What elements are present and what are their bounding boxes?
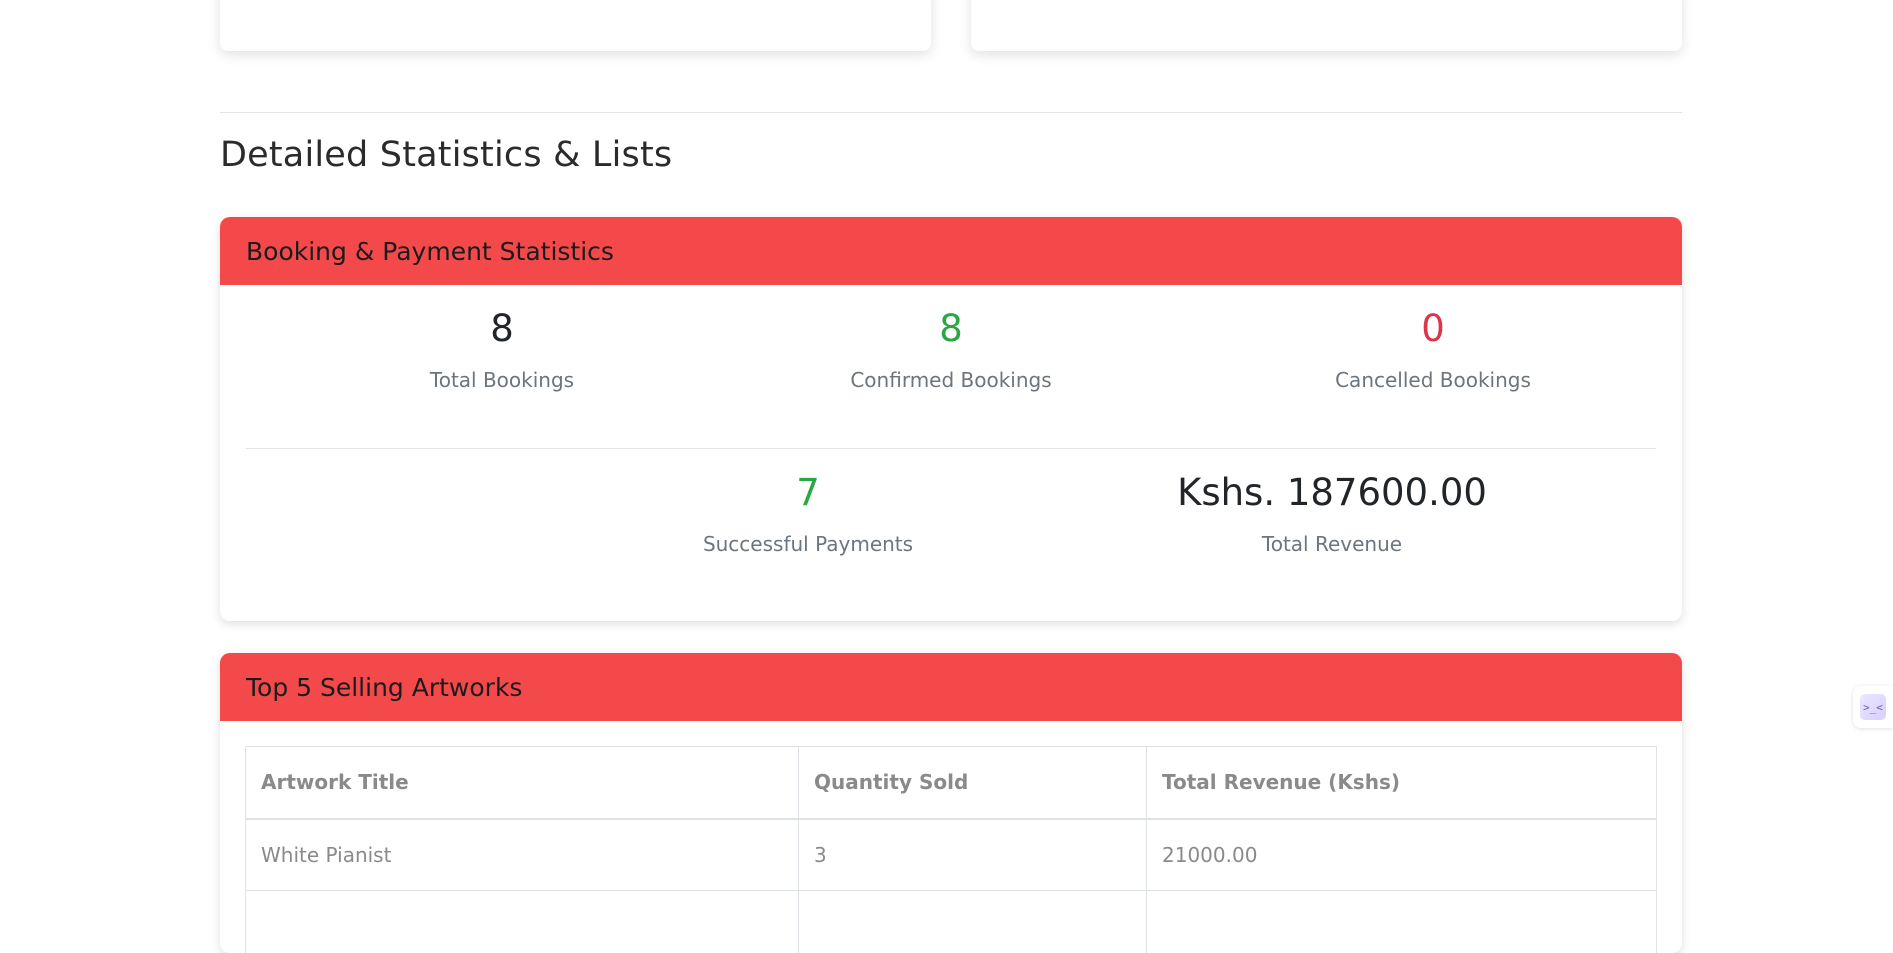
- stat-value: 8: [751, 307, 1151, 351]
- stats-row-2: 7 Successful Payments Kshs. 187600.00 To…: [220, 448, 1682, 611]
- stat-value: Kshs. 187600.00: [1132, 471, 1532, 515]
- stat-value: 7: [608, 471, 1008, 515]
- stat-label: Total Bookings: [302, 368, 702, 392]
- terminal-icon: >_<: [1860, 694, 1886, 720]
- card-header: Top 5 Selling Artworks: [220, 653, 1682, 721]
- table-wrapper: Artwork Title Quantity Sold Total Revenu…: [220, 721, 1682, 953]
- top-artworks-card: Top 5 Selling Artworks Artwork Title Qua…: [220, 653, 1682, 953]
- floating-widget-button[interactable]: >_<: [1853, 686, 1893, 728]
- booking-payment-card: Booking & Payment Statistics 8 Total Boo…: [220, 217, 1682, 621]
- stat-value: 8: [302, 307, 702, 351]
- column-header-total-revenue[interactable]: Total Revenue (Kshs): [1147, 747, 1657, 819]
- stat-label: Total Revenue: [1132, 532, 1532, 556]
- chart-card-right: [971, 0, 1682, 51]
- row-divider: [246, 448, 1656, 449]
- column-header-artwork-title[interactable]: Artwork Title: [246, 747, 799, 819]
- stats-row-1: 8 Total Bookings 8 Confirmed Bookings 0 …: [220, 285, 1682, 448]
- top-artworks-table: Artwork Title Quantity Sold Total Revenu…: [245, 746, 1657, 953]
- stat-cancelled-bookings: 0 Cancelled Bookings: [1233, 307, 1633, 392]
- card-title: Top 5 Selling Artworks: [246, 673, 522, 702]
- cell-artwork-title: White Pianist: [246, 819, 799, 891]
- stat-confirmed-bookings: 8 Confirmed Bookings: [751, 307, 1151, 392]
- cell-total-revenue: 21000.00: [1147, 819, 1657, 891]
- top-cards: [220, 0, 1682, 52]
- stat-label: Successful Payments: [608, 532, 1008, 556]
- stat-successful-payments: 7 Successful Payments: [608, 471, 1008, 556]
- cell-quantity-sold: [799, 891, 1147, 953]
- stat-total-bookings: 8 Total Bookings: [302, 307, 702, 392]
- cell-total-revenue: [1147, 891, 1657, 953]
- section-divider: [220, 112, 1682, 113]
- chart-card-left: [220, 0, 931, 51]
- card-title: Booking & Payment Statistics: [246, 237, 614, 266]
- stat-label: Cancelled Bookings: [1233, 368, 1633, 392]
- cell-artwork-title: [246, 891, 799, 953]
- stat-label: Confirmed Bookings: [751, 368, 1151, 392]
- table-row: [246, 891, 1657, 953]
- cell-quantity-sold: 3: [799, 819, 1147, 891]
- stat-value: 0: [1233, 307, 1633, 351]
- stat-total-revenue: Kshs. 187600.00 Total Revenue: [1132, 471, 1532, 556]
- main-container: Detailed Statistics & Lists Booking & Pa…: [220, 0, 1682, 52]
- card-header: Booking & Payment Statistics: [220, 217, 1682, 285]
- table-header-row: Artwork Title Quantity Sold Total Revenu…: [246, 747, 1657, 819]
- table-row: White Pianist 3 21000.00: [246, 819, 1657, 891]
- section-title: Detailed Statistics & Lists: [220, 135, 672, 175]
- column-header-quantity-sold[interactable]: Quantity Sold: [799, 747, 1147, 819]
